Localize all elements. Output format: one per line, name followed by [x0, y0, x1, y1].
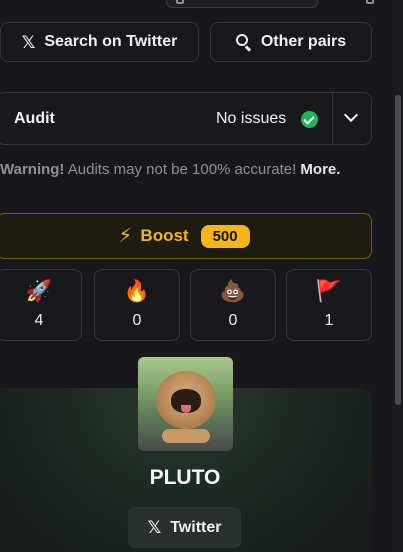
poop-icon: 💩: [219, 280, 247, 303]
warning-bold: Warning!: [0, 161, 65, 178]
search-on-twitter-label: Search on Twitter: [44, 33, 178, 50]
search-on-twitter-button[interactable]: 𝕏 Search on Twitter: [0, 22, 199, 62]
check-circle-icon: [301, 111, 318, 128]
warning-more-link[interactable]: More.: [300, 161, 340, 178]
partial-top-control[interactable]: [166, 0, 318, 8]
reaction-poop[interactable]: 💩 0: [190, 269, 276, 341]
token-name: PLUTO: [149, 466, 221, 489]
reaction-count: 0: [228, 312, 238, 329]
audit-status: No issues: [216, 110, 287, 127]
warning-text: Audits may not be 100% accurate!: [64, 161, 301, 178]
partial-top-right-icon[interactable]: [366, 0, 374, 4]
scrollbar-thumb[interactable]: [395, 95, 401, 405]
boost-count-badge: 500: [200, 224, 250, 248]
lightning-bolt-icon: ⚡: [118, 225, 133, 247]
x-logo-icon: 𝕏: [147, 518, 162, 537]
fire-icon: 🔥: [123, 280, 151, 303]
reaction-count: 0: [132, 312, 142, 329]
audit-row[interactable]: Audit No issues: [0, 92, 372, 145]
boost-label: Boost: [140, 226, 189, 245]
partial-top-icon: [176, 0, 184, 4]
audit-warning: Warning! Audits may not be 100% accurate…: [0, 161, 380, 178]
reaction-count: 4: [34, 312, 44, 329]
audit-divider: [332, 93, 333, 144]
reaction-fire[interactable]: 🔥 0: [94, 269, 180, 341]
twitter-label: Twitter: [170, 518, 222, 536]
token-info-panel: 𝕏 Search on Twitter Other pairs Audit No…: [0, 0, 403, 552]
reaction-count: 1: [324, 312, 334, 329]
reaction-rocket[interactable]: 🚀 4: [0, 269, 82, 341]
audit-label: Audit: [14, 110, 55, 127]
scrollbar-track[interactable]: [393, 0, 403, 552]
twitter-link-button[interactable]: 𝕏 Twitter: [128, 507, 241, 548]
other-pairs-label: Other pairs: [260, 33, 347, 50]
rocket-icon: 🚀: [25, 280, 53, 303]
x-logo-icon: 𝕏: [21, 32, 36, 52]
other-pairs-button[interactable]: Other pairs: [210, 22, 372, 62]
red-flag-icon: 🚩: [315, 280, 343, 303]
token-avatar-image: [138, 357, 233, 451]
chevron-down-icon[interactable]: [343, 107, 359, 123]
boost-button[interactable]: ⚡ Boost 500: [0, 213, 372, 259]
reaction-red-flag[interactable]: 🚩 1: [286, 269, 372, 341]
search-icon: [235, 34, 252, 52]
